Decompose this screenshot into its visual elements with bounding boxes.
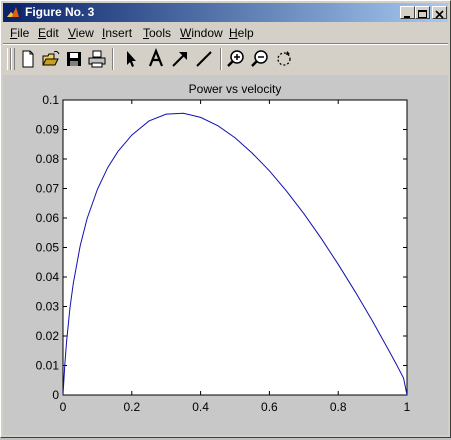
- title-bar[interactable]: Figure No. 3: [3, 3, 448, 22]
- figure-window: Figure No. 3 File Edit View Insert Tools…: [0, 0, 451, 438]
- toolbar-separator: [220, 48, 222, 70]
- menu-tools[interactable]: Tools: [143, 26, 171, 40]
- menu-insert[interactable]: Insert: [102, 26, 132, 40]
- chart-title: Power vs velocity: [189, 82, 282, 96]
- menu-file[interactable]: File: [10, 26, 29, 40]
- rotate-3d-button[interactable]: [273, 48, 295, 70]
- zoom-in-button[interactable]: [225, 48, 247, 70]
- maximize-button[interactable]: [415, 6, 430, 19]
- figure-canvas[interactable]: Power vs velocity 0 0.2 0.4 0.6 0.8 1 0 0.01 0.0…: [3, 75, 448, 435]
- toolbar-separator: [112, 48, 114, 70]
- save-button[interactable]: [63, 48, 85, 70]
- insert-arrow-icon: [172, 52, 187, 67]
- menu-edit[interactable]: Edit: [38, 26, 59, 40]
- x-tick-label: 0.2: [123, 400, 140, 414]
- minimize-button[interactable]: [400, 6, 415, 19]
- y-tick-label: 0.02: [36, 329, 60, 343]
- axes-background: [62, 99, 408, 396]
- y-tick-label: 0.1: [42, 93, 59, 107]
- new-figure-button[interactable]: [17, 48, 39, 70]
- toolbar-grip[interactable]: [11, 48, 15, 70]
- figure-toolbar: [3, 45, 448, 73]
- print-icon: [88, 50, 106, 68]
- menu-window[interactable]: Window: [180, 26, 223, 40]
- y-tick-label: 0.09: [36, 123, 60, 137]
- open-file-icon: [42, 50, 60, 66]
- rotate-3d-icon: [277, 51, 291, 66]
- matlab-logo-icon: [6, 5, 21, 20]
- insert-line-icon: [196, 51, 212, 67]
- y-tick-label: 0.03: [36, 300, 60, 314]
- insert-line-button[interactable]: [193, 48, 215, 70]
- insert-text-button[interactable]: [145, 48, 167, 70]
- select-arrow-button[interactable]: [119, 48, 141, 70]
- window-title: Figure No. 3: [25, 5, 95, 19]
- menu-help[interactable]: Help: [229, 26, 254, 40]
- new-figure-icon: [22, 50, 34, 68]
- maximize-icon: [418, 10, 427, 18]
- y-tick-label: 0.06: [36, 211, 60, 225]
- insert-arrow-button[interactable]: [169, 48, 191, 70]
- y-tick-label: 0.07: [36, 182, 60, 196]
- select-arrow-icon: [127, 51, 136, 67]
- y-tick-label: 0.05: [36, 241, 60, 255]
- x-tick-label: 0.4: [192, 400, 209, 414]
- open-file-button[interactable]: [40, 48, 62, 70]
- print-button[interactable]: [86, 48, 108, 70]
- close-icon: [435, 10, 444, 19]
- zoom-out-icon: [251, 50, 268, 67]
- x-tick-label: 0.8: [330, 400, 347, 414]
- zoom-out-button[interactable]: [249, 48, 271, 70]
- x-tick-label: 0.6: [261, 400, 278, 414]
- line-chart[interactable]: Power vs velocity 0 0.2 0.4 0.6 0.8 1 0 0.01 0.0…: [3, 75, 448, 435]
- minimize-icon: [404, 16, 410, 18]
- zoom-in-icon: [227, 50, 244, 67]
- insert-text-icon: [148, 48, 164, 67]
- y-tick-label: 0.01: [36, 359, 60, 373]
- x-tick-label: 0: [60, 400, 67, 414]
- y-tick-label: 0.08: [36, 152, 60, 166]
- y-tick-label: 0: [52, 388, 59, 402]
- y-tick-label: 0.04: [36, 270, 60, 284]
- x-tick-label: 1: [404, 400, 411, 414]
- close-button[interactable]: [432, 6, 447, 19]
- save-icon: [67, 52, 81, 66]
- menu-view[interactable]: View: [68, 26, 94, 40]
- menu-bar: File Edit View Insert Tools Window Help: [3, 24, 448, 43]
